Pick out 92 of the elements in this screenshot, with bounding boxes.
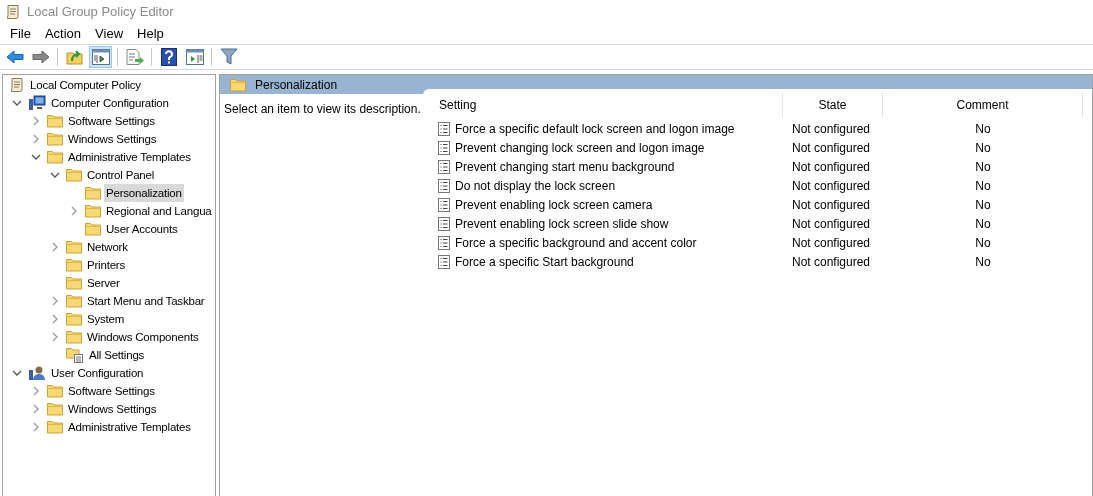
description-text: Select an item to view its description. <box>224 102 421 116</box>
folder-icon <box>66 168 82 182</box>
scroll-icon <box>9 77 25 93</box>
menu-item[interactable]: Help <box>130 23 171 44</box>
folder-icon <box>230 78 246 92</box>
tree-item[interactable]: Start Menu and Taskbar <box>85 292 207 310</box>
comment-cell-text: No <box>974 120 992 138</box>
folder-icon <box>66 294 82 308</box>
menu-item[interactable]: File <box>3 23 38 44</box>
state-cell-text: Not configured <box>791 139 872 157</box>
folder-icon <box>47 384 63 398</box>
policy-setting-icon <box>438 254 450 269</box>
tree-item[interactable]: Administrative Templates <box>66 148 193 166</box>
policy-setting-icon <box>438 140 450 155</box>
folder-icon <box>85 186 101 200</box>
policy-setting-icon <box>438 216 450 231</box>
state-cell-text: Not configured <box>791 120 872 138</box>
setting-name[interactable]: Do not display the lock screen <box>455 176 616 195</box>
folder-icon <box>66 240 82 254</box>
comment-cell-text: No <box>974 139 992 157</box>
column-header[interactable]: State <box>783 93 883 117</box>
console-tree-icon <box>91 49 110 65</box>
folder-icon <box>85 204 101 218</box>
pane-title: Personalization <box>255 77 338 94</box>
folder-list-icon <box>66 347 84 363</box>
policy-setting-icon <box>438 121 450 136</box>
tree-item[interactable]: Windows Settings <box>66 130 159 148</box>
tree-item[interactable]: Personalization <box>104 184 184 202</box>
state-cell-text: Not configured <box>791 196 872 214</box>
export-list-icon <box>125 49 144 65</box>
window-title: Local Group Policy Editor <box>27 2 174 21</box>
scroll-icon <box>5 3 21 20</box>
policy-setting-icon <box>438 159 450 174</box>
state-cell-text: Not configured <box>791 215 872 233</box>
setting-name[interactable]: Force a specific default lock screen and logon image <box>455 119 735 138</box>
policy-setting-icon <box>438 197 450 212</box>
menu-item[interactable]: Action <box>37 23 89 44</box>
state-cell-text: Not configured <box>791 158 872 176</box>
tree-item[interactable]: Windows Components <box>85 328 201 346</box>
tree-item[interactable]: User Configuration <box>49 364 146 382</box>
filter-icon <box>219 48 238 66</box>
tree-item[interactable]: Regional and Langua <box>104 202 214 220</box>
column-header[interactable]: Comment <box>883 93 1083 117</box>
setting-name[interactable]: Prevent changing start menu background <box>455 157 675 176</box>
setting-name[interactable]: Force a specific background and accent color <box>455 233 697 252</box>
policy-setting-icon <box>438 235 450 250</box>
tree-item[interactable]: Software Settings <box>66 382 157 400</box>
tree-item[interactable]: Control Panel <box>85 166 157 184</box>
tree-item[interactable]: All Settings <box>87 346 147 364</box>
comment-cell-text: No <box>974 196 992 214</box>
state-cell-text: Not configured <box>791 253 872 271</box>
folder-up-icon <box>65 49 84 65</box>
action-pane-icon <box>185 49 204 65</box>
user-icon <box>28 365 46 381</box>
tree-item[interactable]: Printers <box>85 256 128 274</box>
state-cell-text: Not configured <box>791 177 872 195</box>
folder-icon <box>66 258 82 272</box>
folder-icon <box>66 330 82 344</box>
setting-name[interactable]: Prevent enabling lock screen slide show <box>455 214 669 233</box>
folder-icon <box>47 402 63 416</box>
folder-icon <box>66 276 82 290</box>
folder-icon <box>47 150 63 164</box>
back-arrow-icon <box>5 50 24 64</box>
folder-icon <box>47 114 63 128</box>
comment-cell-text: No <box>974 158 992 176</box>
tree-item[interactable]: Local Computer Policy <box>28 76 143 94</box>
policy-setting-icon <box>438 178 450 193</box>
tree-item[interactable]: Administrative Templates <box>66 418 193 436</box>
comment-cell-text: No <box>974 253 992 271</box>
tree-item[interactable]: Computer Configuration <box>49 94 171 112</box>
comment-cell-text: No <box>974 177 992 195</box>
folder-icon <box>47 420 63 434</box>
comment-cell-text: No <box>974 234 992 252</box>
folder-icon <box>47 132 63 146</box>
tree-item[interactable]: User Accounts <box>104 220 180 238</box>
setting-name[interactable]: Prevent enabling lock screen camera <box>455 195 653 214</box>
setting-name[interactable]: Prevent changing lock screen and logon image <box>455 138 705 157</box>
tree-item[interactable]: Network <box>85 238 130 256</box>
tree-item[interactable]: Windows Settings <box>66 400 159 418</box>
tree-item[interactable]: Server <box>85 274 122 292</box>
menu-item[interactable]: View <box>88 23 131 44</box>
state-cell-text: Not configured <box>791 234 872 252</box>
folder-icon <box>85 222 101 236</box>
tree-item[interactable]: System <box>85 310 127 328</box>
computer-icon <box>28 95 46 111</box>
forward-arrow-icon <box>31 50 50 64</box>
column-header[interactable]: Setting <box>423 93 783 117</box>
comment-cell-text: No <box>974 215 992 233</box>
help-icon <box>160 48 177 66</box>
tree-item[interactable]: Software Settings <box>66 112 157 130</box>
setting-name[interactable]: Force a specific Start background <box>455 252 634 271</box>
folder-icon <box>66 312 82 326</box>
